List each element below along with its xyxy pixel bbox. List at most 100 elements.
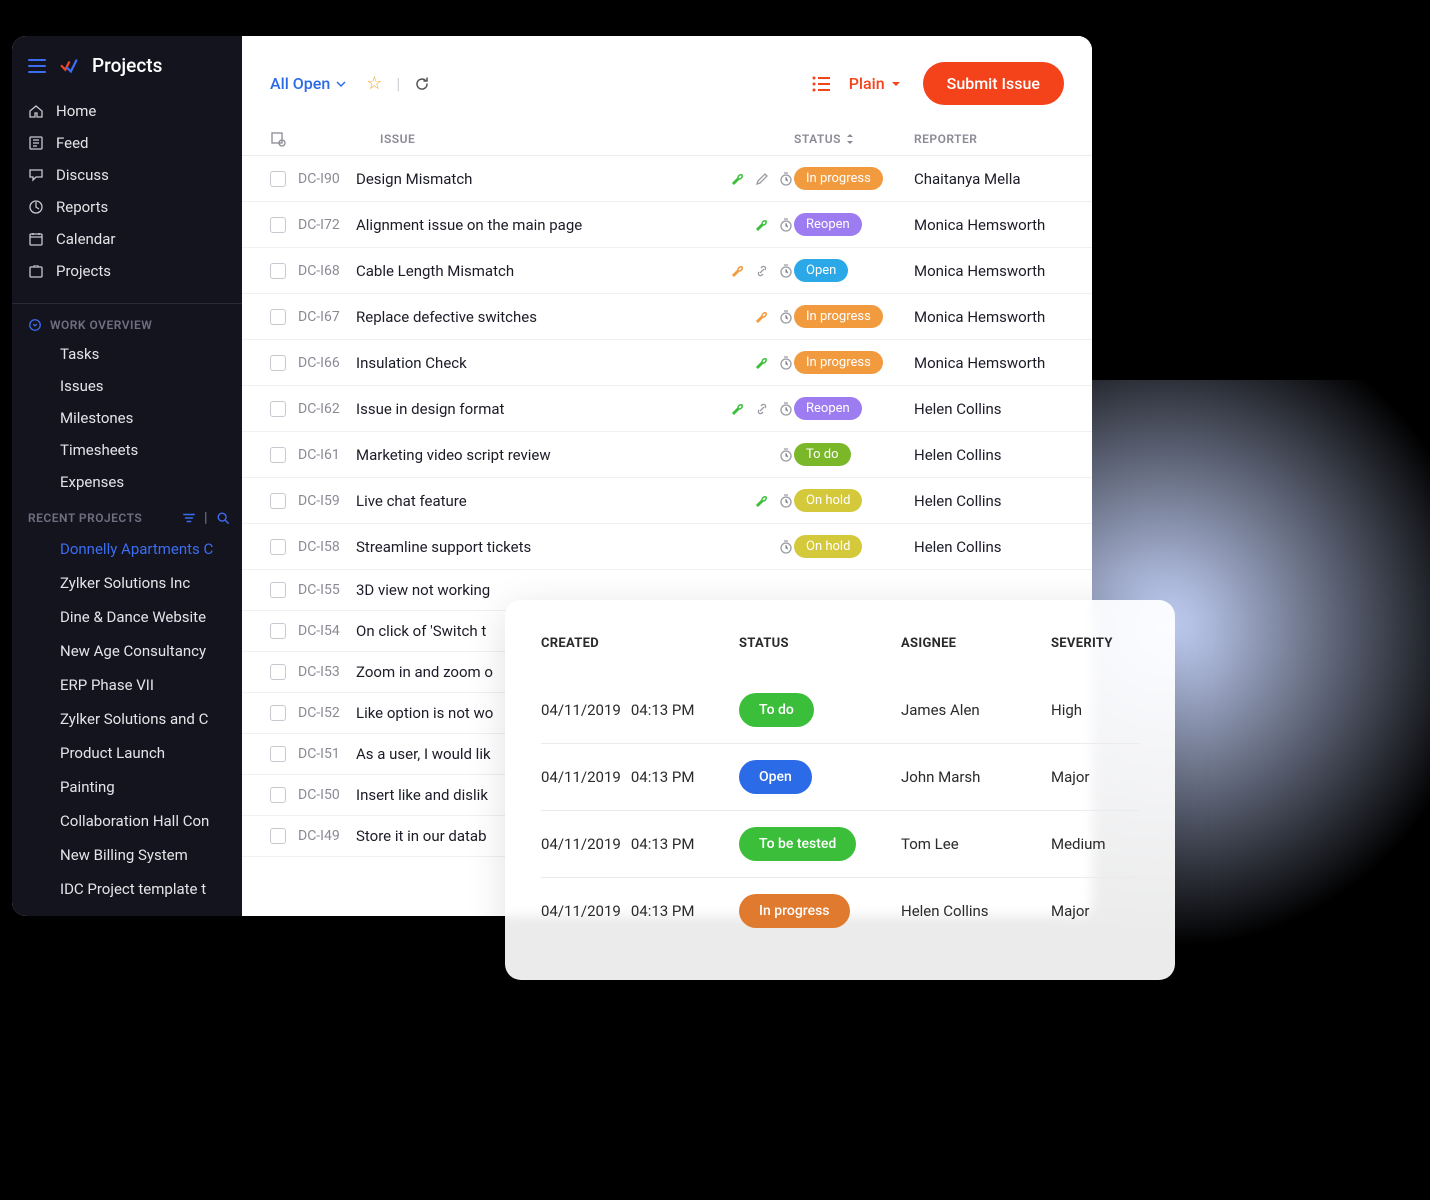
issue-title[interactable]: Cable Length Mismatch bbox=[356, 262, 714, 280]
submit-issue-button[interactable]: Submit Issue bbox=[923, 62, 1064, 105]
filter-dropdown[interactable]: All Open bbox=[270, 74, 346, 93]
status-pill[interactable]: In progress bbox=[794, 351, 883, 374]
recent-project-item[interactable]: Dine & Dance Website bbox=[12, 600, 242, 634]
status-pill[interactable]: To do bbox=[794, 443, 851, 466]
hamburger-icon[interactable] bbox=[28, 59, 46, 73]
issue-row[interactable]: DC-I72Alignment issue on the main pageRe… bbox=[242, 202, 1092, 248]
issue-title[interactable]: Insulation Check bbox=[356, 354, 714, 372]
status-pill[interactable]: On hold bbox=[794, 535, 862, 558]
issue-row[interactable]: DC-I58Streamline support ticketsOn holdH… bbox=[242, 524, 1092, 570]
issue-id: DC-I49 bbox=[298, 828, 356, 844]
row-checkbox[interactable] bbox=[270, 623, 286, 639]
overview-item[interactable]: Tasks bbox=[12, 338, 242, 370]
issue-row[interactable]: DC-I62Issue in design formatReopenHelen … bbox=[242, 386, 1092, 432]
row-checkbox[interactable] bbox=[270, 355, 286, 371]
timer-icon bbox=[778, 447, 794, 463]
row-checkbox[interactable] bbox=[270, 746, 286, 762]
nav-projects[interactable]: Projects bbox=[12, 255, 242, 287]
col-status[interactable]: STATUS bbox=[794, 132, 914, 146]
fc-col-created: CREATED bbox=[541, 636, 739, 651]
recent-project-item[interactable]: Zylker Solutions and C bbox=[12, 702, 242, 736]
row-checkbox[interactable] bbox=[270, 493, 286, 509]
chevron-circle-icon bbox=[28, 318, 42, 332]
recent-project-item[interactable]: New Billing System bbox=[12, 838, 242, 872]
timer-icon bbox=[778, 263, 794, 279]
issue-title[interactable]: Issue in design format bbox=[356, 400, 714, 418]
detail-status-pill[interactable]: Open bbox=[739, 760, 812, 794]
status-pill[interactable]: On hold bbox=[794, 489, 862, 512]
nav-discuss[interactable]: Discuss bbox=[12, 159, 242, 191]
status-pill[interactable]: Open bbox=[794, 259, 848, 282]
issue-title[interactable]: 3D view not working bbox=[356, 581, 714, 599]
overview-item[interactable]: Issues bbox=[12, 370, 242, 402]
issue-reporter: Helen Collins bbox=[914, 400, 1064, 418]
recent-project-item[interactable]: Zylker Solutions Inc bbox=[12, 566, 242, 600]
row-checkbox[interactable] bbox=[270, 539, 286, 555]
star-icon[interactable]: ☆ bbox=[366, 73, 382, 94]
filter-icon[interactable] bbox=[182, 511, 196, 525]
issue-title[interactable]: Design Mismatch bbox=[356, 170, 714, 188]
nav-calendar[interactable]: Calendar bbox=[12, 223, 242, 255]
issue-reporter: Chaitanya Mella bbox=[914, 170, 1064, 188]
row-checkbox[interactable] bbox=[270, 447, 286, 463]
issue-title[interactable]: Alignment issue on the main page bbox=[356, 216, 714, 234]
issue-row[interactable]: DC-I59Live chat featureOn holdHelen Coll… bbox=[242, 478, 1092, 524]
row-checkbox[interactable] bbox=[270, 263, 286, 279]
recent-project-item[interactable]: ERP Phase VII bbox=[12, 668, 242, 702]
refresh-icon[interactable] bbox=[414, 76, 430, 92]
detail-status-pill[interactable]: In progress bbox=[739, 894, 850, 928]
issue-id: DC-I54 bbox=[298, 623, 356, 639]
view-selector[interactable]: Plain bbox=[849, 74, 901, 93]
status-pill[interactable]: Reopen bbox=[794, 213, 862, 236]
detail-severity: Major bbox=[1051, 768, 1139, 786]
issue-title[interactable]: Replace defective switches bbox=[356, 308, 714, 326]
recent-project-item[interactable]: IDC Project template t bbox=[12, 872, 242, 906]
status-pill[interactable]: Reopen bbox=[794, 397, 862, 420]
row-checkbox[interactable] bbox=[270, 705, 286, 721]
col-reporter[interactable]: REPORTER bbox=[914, 132, 1064, 146]
column-settings-icon[interactable] bbox=[270, 131, 294, 147]
row-checkbox[interactable] bbox=[270, 401, 286, 417]
row-checkbox[interactable] bbox=[270, 787, 286, 803]
col-issue[interactable]: ISSUE bbox=[380, 132, 714, 146]
status-pill[interactable]: In progress bbox=[794, 305, 883, 328]
issue-title[interactable]: Marketing video script review bbox=[356, 446, 714, 464]
row-checkbox[interactable] bbox=[270, 171, 286, 187]
nav-feed[interactable]: Feed bbox=[12, 127, 242, 159]
row-checkbox[interactable] bbox=[270, 664, 286, 680]
issue-id: DC-I52 bbox=[298, 705, 356, 721]
row-checkbox[interactable] bbox=[270, 828, 286, 844]
recent-project-item[interactable]: Product Launch bbox=[12, 736, 242, 770]
recent-project-item[interactable]: Collaboration Hall Con bbox=[12, 804, 242, 838]
row-checkbox[interactable] bbox=[270, 217, 286, 233]
overview-item[interactable]: Milestones bbox=[12, 402, 242, 434]
list-view-icon[interactable] bbox=[811, 75, 831, 93]
detail-assignee: James Alen bbox=[901, 701, 1051, 719]
issue-reporter: Monica Hemsworth bbox=[914, 354, 1064, 372]
row-checkbox[interactable] bbox=[270, 309, 286, 325]
nav-home[interactable]: Home bbox=[12, 95, 242, 127]
detail-row: 04/11/201904:13 PMTo be testedTom LeeMed… bbox=[541, 811, 1139, 878]
recent-project-item[interactable]: Donnelly Apartments C bbox=[12, 532, 242, 566]
row-checkbox[interactable] bbox=[270, 582, 286, 598]
overview-item[interactable]: Timesheets bbox=[12, 434, 242, 466]
recent-project-item[interactable]: Painting bbox=[12, 770, 242, 804]
issue-row[interactable]: DC-I68Cable Length MismatchOpenMonica He… bbox=[242, 248, 1092, 294]
issue-row[interactable]: DC-I90Design Mismatch In progress Chaitany… bbox=[242, 156, 1092, 202]
work-overview-header[interactable]: WORK OVERVIEW bbox=[12, 310, 242, 338]
status-pill[interactable]: In progress bbox=[794, 167, 883, 190]
detail-status-pill[interactable]: To do bbox=[739, 693, 814, 727]
issue-row[interactable]: DC-I67Replace defective switchesIn progr… bbox=[242, 294, 1092, 340]
overview-item[interactable]: Expenses bbox=[12, 466, 242, 498]
nav-reports[interactable]: Reports bbox=[12, 191, 242, 223]
issue-id: DC-I68 bbox=[298, 263, 356, 279]
detail-status-pill[interactable]: To be tested bbox=[739, 827, 856, 861]
recent-project-item[interactable]: New Age Consultancy bbox=[12, 634, 242, 668]
issue-title[interactable]: Live chat feature bbox=[356, 492, 714, 510]
issue-row[interactable]: DC-I66Insulation Check In progress Monica … bbox=[242, 340, 1092, 386]
issue-id: DC-I90 bbox=[298, 171, 356, 187]
issue-row[interactable]: DC-I61Marketing video script reviewTo do… bbox=[242, 432, 1092, 478]
issue-title[interactable]: Streamline support tickets bbox=[356, 538, 714, 556]
issue-id: DC-I66 bbox=[298, 355, 356, 371]
search-icon[interactable] bbox=[216, 511, 230, 525]
